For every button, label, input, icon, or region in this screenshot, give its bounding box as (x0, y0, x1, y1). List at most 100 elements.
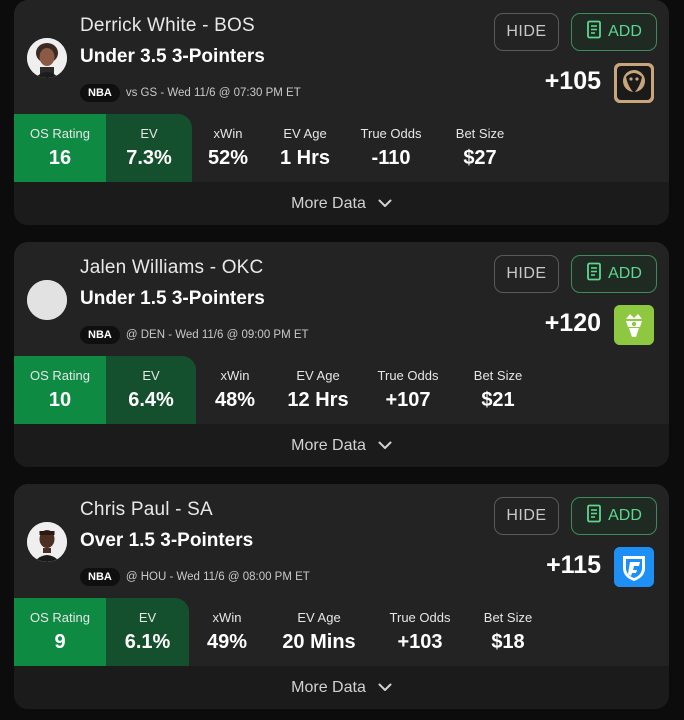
bet-size-value: $27 (463, 147, 497, 169)
league-badge: NBA (80, 568, 120, 586)
ev-value: 6.4% (128, 389, 174, 411)
odds-value: +105 (544, 67, 601, 95)
more-data-toggle[interactable]: More Data (14, 182, 669, 225)
os-rating-value: 16 (48, 147, 72, 169)
bet-card: Jalen Williams - OKC Under 1.5 3-Pointer… (14, 242, 669, 467)
add-button[interactable]: ADD (571, 497, 657, 535)
ev-cell: EV 6.4% (106, 356, 196, 424)
ev-age-stat: EV Age 1 Hrs (264, 114, 346, 182)
player-avatar (27, 522, 67, 562)
ev-label: EV (138, 610, 157, 625)
league-badge: NBA (80, 84, 120, 102)
bet-size-stat: Bet Size $27 (436, 114, 524, 182)
true-odds-stat: True Odds -110 (346, 114, 436, 182)
true-odds-label: True Odds (360, 126, 422, 141)
more-data-toggle[interactable]: More Data (14, 666, 669, 709)
bet-card: Chris Paul - SA Over 1.5 3-Pointers NBA … (14, 484, 669, 709)
true-odds-label: True Odds (389, 610, 451, 625)
stats-row: OS Rating 9 EV 6.1% xWin 49% EV Age 20 M… (14, 598, 669, 666)
more-data-label: More Data (291, 678, 366, 696)
bet-size-stat: Bet Size $18 (467, 598, 549, 666)
hide-button[interactable]: HIDE (494, 497, 559, 535)
true-odds-value: -110 (371, 147, 411, 169)
more-data-toggle[interactable]: More Data (14, 424, 669, 467)
true-odds-value: +103 (397, 631, 443, 653)
true-odds-value: +107 (385, 389, 431, 411)
player-name: Chris Paul - SA (80, 499, 213, 520)
stats-row: OS Rating 16 EV 7.3% xWin 52% EV Age 1 H… (14, 114, 669, 182)
ev-age-value: 12 Hrs (287, 389, 349, 411)
stats-row: OS Rating 10 EV 6.4% xWin 48% EV Age 12 … (14, 356, 669, 424)
ev-age-label: EV Age (297, 610, 341, 625)
os-rating-value: 10 (48, 389, 72, 411)
chevron-down-icon (378, 437, 392, 455)
os-rating-value: 9 (54, 631, 66, 653)
ev-age-label: EV Age (283, 126, 327, 141)
bet-size-label: Bet Size (483, 610, 533, 625)
true-odds-label: True Odds (377, 368, 439, 383)
ev-cell: EV 7.3% (106, 114, 192, 182)
add-button[interactable]: ADD (571, 13, 657, 51)
game-meta: NBA @ DEN - Wed 11/6 @ 09:00 PM ET (80, 324, 309, 346)
add-label: ADD (608, 265, 642, 282)
odds-value: +120 (544, 309, 601, 337)
bet-slip-icon (586, 20, 604, 45)
game-meta: NBA vs GS - Wed 11/6 @ 07:30 PM ET (80, 82, 301, 104)
ev-cell: EV 6.1% (106, 598, 189, 666)
ev-age-label: EV Age (296, 368, 340, 383)
hide-button[interactable]: HIDE (494, 255, 559, 293)
game-info: vs GS - Wed 11/6 @ 07:30 PM ET (125, 87, 301, 99)
draftkings-icon (614, 305, 654, 345)
bet-size-value: $21 (481, 389, 515, 411)
game-meta: NBA @ HOU - Wed 11/6 @ 08:00 PM ET (80, 566, 310, 588)
xwin-label: xWin (220, 368, 250, 383)
more-data-label: More Data (291, 436, 366, 454)
bet-size-stat: Bet Size $21 (454, 356, 542, 424)
more-data-label: More Data (291, 194, 366, 212)
chevron-down-icon (378, 195, 392, 213)
bet-slip-icon (586, 504, 604, 529)
ev-value: 6.1% (124, 631, 171, 653)
bet-size-value: $18 (491, 631, 525, 653)
hide-button[interactable]: HIDE (494, 13, 559, 51)
true-odds-stat: True Odds +107 (362, 356, 454, 424)
ev-value: 7.3% (126, 147, 172, 169)
bet-slip-icon (586, 262, 604, 287)
add-button[interactable]: ADD (571, 255, 657, 293)
game-info: @ DEN - Wed 11/6 @ 09:00 PM ET (125, 329, 309, 341)
ev-age-stat: EV Age 12 Hrs (274, 356, 362, 424)
market-label: Under 1.5 3-Pointers (80, 288, 265, 309)
true-odds-stat: True Odds +103 (373, 598, 467, 666)
bet-card: Derrick White - BOS Under 3.5 3-Pointers… (14, 0, 669, 225)
player-name: Derrick White - BOS (80, 15, 255, 36)
xwin-stat: xWin 52% (192, 114, 264, 182)
xwin-label: xWin (212, 610, 242, 625)
xwin-stat: xWin 49% (189, 598, 265, 666)
game-info: @ HOU - Wed 11/6 @ 08:00 PM ET (125, 571, 310, 583)
lion-sportsbook-icon (614, 63, 654, 103)
xwin-value: 49% (206, 631, 248, 653)
bet-size-label: Bet Size (455, 126, 505, 141)
market-label: Over 1.5 3-Pointers (80, 530, 254, 551)
player-avatar (27, 280, 67, 320)
os-rating-label: OS Rating (30, 610, 90, 625)
os-rating-label: OS Rating (30, 126, 90, 141)
ev-age-value: 1 Hrs (279, 147, 331, 169)
os-rating-cell: OS Rating 9 (14, 598, 106, 666)
add-label: ADD (608, 23, 642, 40)
ev-age-value: 20 Mins (282, 631, 356, 653)
player-avatar (27, 38, 67, 78)
xwin-stat: xWin 48% (196, 356, 274, 424)
ev-label: EV (142, 368, 160, 383)
os-rating-cell: OS Rating 16 (14, 114, 106, 182)
league-badge: NBA (80, 326, 120, 344)
xwin-value: 52% (207, 147, 249, 169)
xwin-value: 48% (214, 389, 256, 411)
ev-age-stat: EV Age 20 Mins (265, 598, 373, 666)
bet-size-label: Bet Size (473, 368, 523, 383)
chevron-down-icon (378, 679, 392, 697)
add-label: ADD (608, 507, 642, 524)
xwin-label: xWin (213, 126, 243, 141)
os-rating-cell: OS Rating 10 (14, 356, 106, 424)
player-name: Jalen Williams - OKC (80, 257, 264, 278)
